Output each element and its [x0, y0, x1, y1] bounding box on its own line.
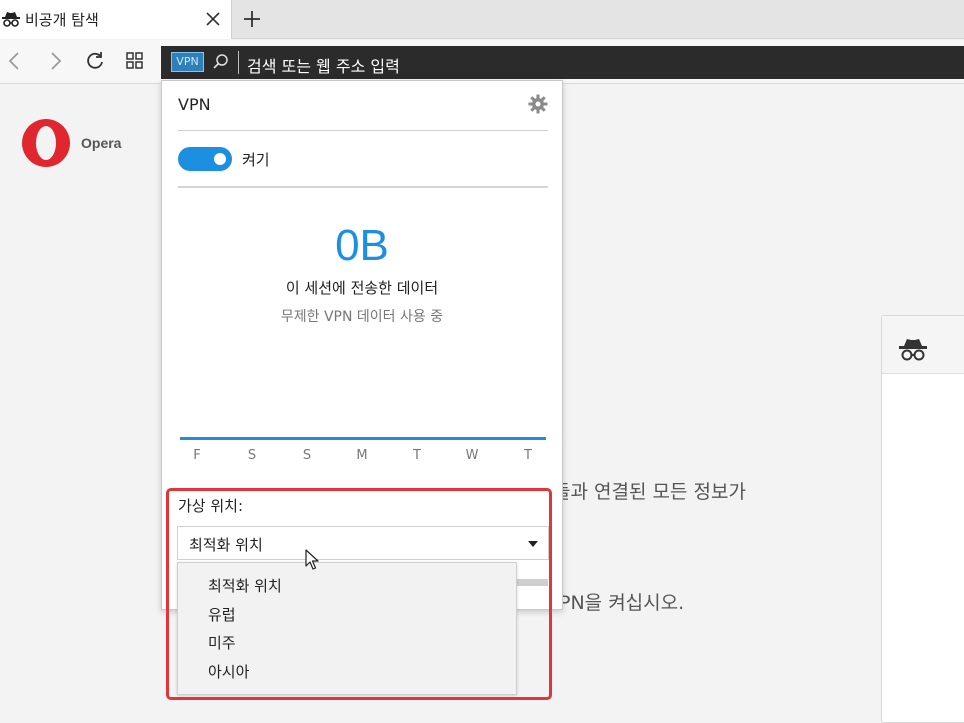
speed-dial-grid-icon[interactable] — [124, 50, 146, 72]
new-tab-icon[interactable] — [242, 9, 262, 29]
popup-divider — [178, 186, 548, 188]
incognito-icon — [899, 339, 927, 361]
data-subtitle: 무제한 VPN 데이터 사용 중 — [280, 309, 444, 325]
private-info-card-header — [882, 316, 964, 374]
location-option[interactable]: 아시아 — [208, 661, 249, 682]
location-option[interactable]: 유럽 — [208, 604, 236, 625]
mouse-cursor-icon — [305, 549, 319, 570]
search-icon — [213, 54, 228, 69]
location-label: 가상 위치: — [178, 497, 244, 515]
speed-dial-text-line2: PN을 켜십시오. — [559, 592, 685, 614]
vpn-badge-button[interactable]: VPN — [171, 52, 204, 72]
chevron-down-icon — [528, 541, 538, 547]
tab-title: 비공개 탐색 — [25, 11, 99, 29]
reload-icon[interactable] — [84, 50, 106, 72]
address-divider — [238, 51, 239, 74]
speed-dial-text-line1: 들과 연결된 모든 정보가 — [553, 481, 746, 503]
opera-logo-label: Opera — [81, 135, 122, 151]
vpn-toggle-knob — [214, 153, 226, 165]
day-label: S — [302, 448, 312, 463]
data-amount: 0B — [335, 221, 389, 270]
location-dropdown-list: 최적화 위치 유럽 미주 아시아 — [177, 562, 517, 695]
popup-divider — [178, 130, 548, 131]
location-option[interactable]: 최적화 위치 — [208, 575, 282, 596]
toolbar: VPN 검색 또는 웹 주소 입력 — [0, 40, 964, 84]
address-bar[interactable]: VPN 검색 또는 웹 주소 입력 — [161, 46, 964, 79]
day-label: T — [524, 448, 532, 463]
vpn-popup-title: VPN — [178, 95, 211, 114]
forward-icon[interactable] — [44, 50, 66, 72]
incognito-icon — [2, 12, 20, 27]
gear-icon[interactable] — [528, 94, 548, 114]
tab-private-browsing[interactable]: 비공개 탐색 — [0, 0, 232, 39]
location-option[interactable]: 미주 — [208, 632, 236, 653]
location-select[interactable]: 최적화 위치 — [177, 526, 549, 560]
data-title: 이 세션에 전송한 데이터 — [285, 279, 439, 297]
address-input[interactable]: 검색 또는 웹 주소 입력 — [247, 53, 400, 77]
day-label: W — [465, 448, 479, 463]
private-info-card — [881, 315, 964, 723]
usage-graph-line — [180, 437, 546, 440]
close-icon[interactable] — [204, 10, 222, 28]
popup-footer-scroll — [514, 579, 548, 586]
day-label: F — [193, 448, 201, 463]
vpn-popup: VPN 켜기 0B 이 세션에 전송한 데이터 무제한 VPN 데이터 사용 중… — [161, 80, 563, 610]
opera-logo-icon — [22, 119, 70, 167]
tab-strip: 비공개 탐색 — [0, 0, 964, 39]
day-label: S — [247, 448, 257, 463]
location-selected-value: 최적화 위치 — [189, 536, 263, 554]
vpn-toggle[interactable] — [178, 147, 232, 171]
vpn-toggle-label: 켜기 — [242, 151, 270, 169]
day-label: T — [413, 448, 421, 463]
day-label: M — [356, 448, 368, 463]
back-icon[interactable] — [4, 50, 26, 72]
